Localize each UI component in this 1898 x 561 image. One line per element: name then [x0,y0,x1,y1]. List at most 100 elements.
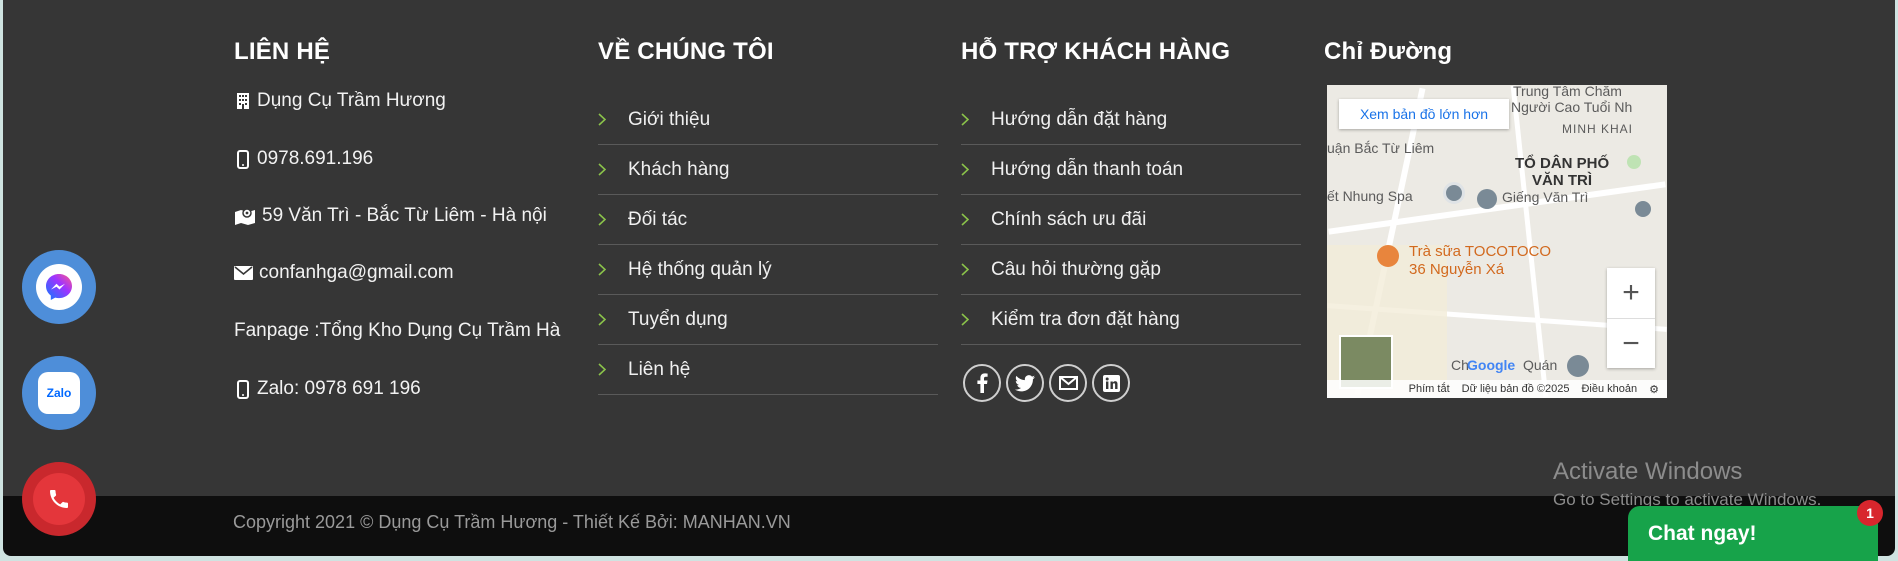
contact-company: Dụng Cụ Trầm Hương [234,90,446,112]
map-zoom-control: + − [1607,268,1655,368]
settings-icon[interactable]: ⚙ [1649,383,1659,396]
cafe-icon [1377,245,1399,267]
mobile-icon [234,149,251,169]
link-label[interactable]: Kiểm tra đơn đặt hàng [991,309,1180,331]
map-road [1510,85,1549,398]
link-label[interactable]: Tuyển dụng [628,309,728,331]
link-label[interactable]: Liên hệ [628,359,690,381]
contact-phone-text[interactable]: 0978.691.196 [257,148,373,170]
about-link-lien-he[interactable]: Liên hệ [598,345,938,395]
link-label[interactable]: Hệ thống quản lý [628,259,772,281]
temple-icon [1477,189,1497,209]
about-link-gioi-thieu[interactable]: Giới thiệu [598,95,938,145]
activate-title: Activate Windows [1553,458,1743,485]
map-label: Quán [1523,357,1558,373]
map-label: Giếng Văn Trì [1502,189,1589,205]
bus-icon [1635,201,1651,217]
copyright-text: Copyright 2021 © Dụng Cụ Trầm Hương - Th… [233,512,791,532]
support-link-thanh-toan[interactable]: Hướng dẫn thanh toán [961,145,1301,195]
support-heading: HỖ TRỢ KHÁCH HÀNG [961,38,1231,65]
envelope-icon [234,263,253,283]
chevron-right-icon [961,163,973,176]
map-park [1627,155,1641,169]
zalo-logo-text: Zalo [46,386,72,400]
map-data-credit: Dữ liệu bản đồ ©2025 [1461,383,1570,395]
about-link-he-thong[interactable]: Hệ thống quản lý [598,245,938,295]
about-link-tuyen-dung[interactable]: Tuyển dụng [598,295,938,345]
chevron-right-icon [961,313,973,326]
zoom-out-button[interactable]: − [1607,319,1655,369]
link-label[interactable]: Chính sách ưu đãi [991,209,1146,231]
map-label: uận Bắc Từ Liêm [1327,140,1435,156]
call-button[interactable] [22,462,96,536]
chevron-right-icon [961,213,973,226]
facebook-icon[interactable] [963,364,1001,402]
enlarge-map-button[interactable]: Xem bản đồ lớn hơn [1339,99,1509,129]
about-column: VỀ CHÚNG TÔI Giới thiệu Khách hàng Đối t… [598,38,938,398]
support-column: HỖ TRỢ KHÁCH HÀNG Hướng dẫn đặt hàng Hướ… [961,38,1301,418]
chevron-right-icon [961,113,973,126]
zoom-in-button[interactable]: + [1607,268,1655,318]
chevron-right-icon [598,263,610,276]
messenger-button[interactable] [22,250,96,324]
chevron-right-icon [598,113,610,126]
zalo-button[interactable]: Zalo [22,356,96,430]
link-label[interactable]: Đối tác [628,209,687,231]
support-link-uu-dai[interactable]: Chính sách ưu đãi [961,195,1301,245]
contact-column: LIÊN HỆ Dụng Cụ Trầm Hương 0978.691.196 … [234,38,560,418]
support-link-dat-hang[interactable]: Hướng dẫn đặt hàng [961,95,1301,145]
chevron-right-icon [598,163,610,176]
map-label: ết Nhung Spa [1327,188,1413,204]
email-icon[interactable] [1049,364,1087,402]
map-terms-link[interactable]: Điều khoản [1581,383,1637,395]
link-label[interactable]: Hướng dẫn đặt hàng [991,109,1167,131]
map-label: MINH KHAI [1562,122,1634,136]
windows-activation-watermark: Activate Windows Go to Settings to activ… [1553,458,1821,510]
map-shortcuts-link[interactable]: Phím tắt [1409,383,1450,395]
link-label[interactable]: Khách hàng [628,159,729,181]
contact-fanpage[interactable]: Fanpage :Tổng Kho Dụng Cụ Trầm Hà [234,320,560,342]
contact-phone[interactable]: 0978.691.196 [234,148,373,170]
chevron-right-icon [598,213,610,226]
google-logo: Google [1467,357,1516,373]
linkedin-icon[interactable] [1092,364,1130,402]
contact-company-text: Dụng Cụ Trầm Hương [257,90,446,111]
directions-heading: Chỉ Đường [1324,38,1453,65]
link-label[interactable]: Câu hỏi thường gặp [991,259,1161,281]
directions-column: Chỉ Đường [1324,38,1544,66]
contact-fanpage-text[interactable]: Fanpage :Tổng Kho Dụng Cụ Trầm Hà [234,320,560,342]
contact-address-text: 59 Văn Trì - Bắc Từ Liêm - Hà nội [262,205,547,226]
map-label: TỔ DÂN PHỐ [1515,155,1610,172]
map-label: Trung Tâm Chăm [1513,85,1622,99]
chevron-right-icon [961,263,973,276]
support-links: Hướng dẫn đặt hàng Hướng dẫn thanh toán … [961,95,1301,345]
about-link-khach-hang[interactable]: Khách hàng [598,145,938,195]
map-label: VĂN TRÌ [1532,172,1592,189]
messenger-icon [36,264,82,310]
mobile-icon [234,379,251,399]
chat-now-button[interactable]: Chat ngay! [1628,506,1878,561]
chat-label[interactable]: Chat ngay! [1648,522,1757,546]
zalo-icon: Zalo [38,372,80,414]
about-links: Giới thiệu Khách hàng Đối tác Hệ thống q… [598,95,938,395]
contact-address: 59 Văn Trì - Bắc Từ Liêm - Hà nội [234,205,547,227]
chevron-right-icon [598,313,610,326]
link-label[interactable]: Giới thiệu [628,109,710,131]
about-link-doi-tac[interactable]: Đối tác [598,195,938,245]
twitter-icon[interactable] [1006,364,1044,402]
contact-email-text[interactable]: confanhga@gmail.com [259,262,454,284]
map-pin-icon [1443,182,1465,204]
support-link-cau-hoi[interactable]: Câu hỏi thường gặp [961,245,1301,295]
contact-heading: LIÊN HỆ [234,38,331,65]
support-link-kiem-tra[interactable]: Kiểm tra đơn đặt hàng [961,295,1301,345]
chat-notification-badge: 1 [1857,500,1883,526]
contact-zalo-text[interactable]: Zalo: 0978 691 196 [257,378,421,400]
google-map[interactable]: Trung Tâm Chăm Người Cao Tuổi Nh MINH KH… [1327,85,1667,398]
link-label[interactable]: Hướng dẫn thanh toán [991,159,1183,181]
contact-email[interactable]: confanhga@gmail.com [234,262,454,284]
contact-zalo[interactable]: Zalo: 0978 691 196 [234,378,421,400]
chevron-right-icon [598,363,610,376]
map-label: Người Cao Tuổi Nh [1511,99,1633,115]
about-heading: VỀ CHÚNG TÔI [598,38,774,65]
map-label: 36 Nguyễn Xá [1409,261,1505,278]
